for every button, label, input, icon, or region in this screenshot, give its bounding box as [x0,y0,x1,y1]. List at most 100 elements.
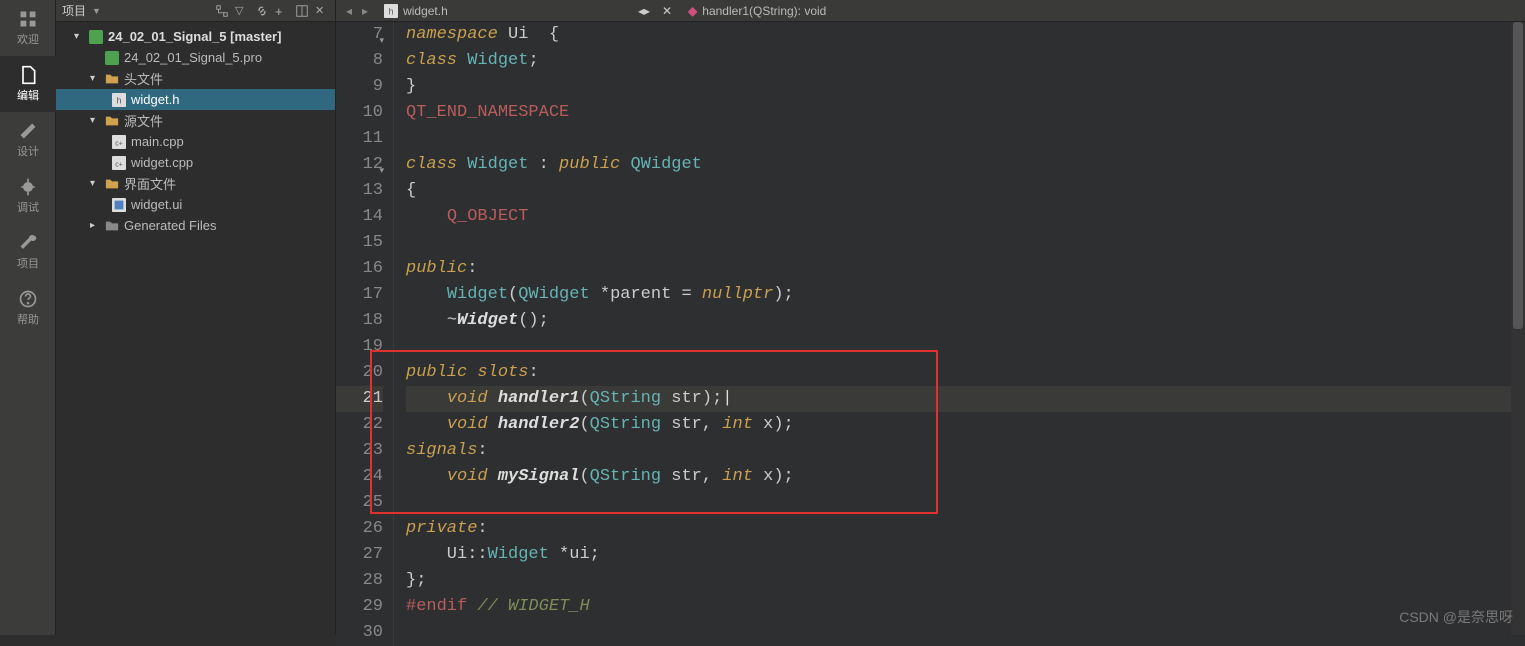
line-number: 27 [336,542,383,568]
line-number: 16 [336,256,383,282]
fold-icon[interactable]: ▾ [374,158,384,168]
tree-icon[interactable] [215,4,229,18]
help-icon [18,289,38,309]
cpp-file-icon: c+ [112,135,126,149]
code-line[interactable]: class Widget; [406,48,1525,74]
code-line[interactable] [406,126,1525,152]
line-number: 28 [336,568,383,594]
line-number: 24 [336,464,383,490]
back-icon[interactable]: ◂ [342,4,356,18]
symbol-crumb[interactable]: ◆ handler1(QString): void [680,4,834,18]
nav-label: 项目 [17,255,39,271]
line-number: 30 [336,620,383,646]
line-number: 19 [336,334,383,360]
line-number: 22 [336,412,383,438]
line-number: 14 [336,204,383,230]
tree-root[interactable]: ▾ 24_02_01_Signal_5 [master] [56,26,335,47]
h-file-icon: h [112,93,126,107]
code-line[interactable]: private: [406,516,1525,542]
code-line[interactable]: void handler1(QString str);| [406,386,1525,412]
nav-debug[interactable]: 调试 [0,168,56,224]
scrollbar-vertical[interactable] [1511,22,1525,635]
crumb-label: handler1(QString): void [702,4,826,18]
code-line[interactable]: } [406,74,1525,100]
forward-icon[interactable]: ▸ [358,4,372,18]
code-line[interactable]: signals: [406,438,1525,464]
code-line[interactable]: QT_END_NAMESPACE [406,100,1525,126]
ui-file-icon [112,198,126,212]
tree-label: 24_02_01_Signal_5 [master] [108,29,281,44]
code-line[interactable] [406,620,1525,646]
tree-label: Generated Files [124,218,217,233]
chevron-down-icon: ▾ [90,115,100,126]
tree-profile[interactable]: 24_02_01_Signal_5.pro [56,47,335,68]
tab-dropdown-icon[interactable]: ◂▸ [634,4,654,18]
editor-tabbar: ◂ ▸ h widget.h ◂▸ ✕ ◆ handler1(QString):… [336,0,1525,22]
tree-label: widget.h [131,92,179,107]
code-line[interactable]: Q_OBJECT [406,204,1525,230]
nav-design[interactable]: 设计 [0,112,56,168]
tree-folder-sources[interactable]: ▾ 源文件 [56,110,335,131]
project-panel: 项目 ▼ ▽ + ✕ ▾ 24_02_01_Signal_5 [master] … [56,0,336,635]
line-number: 12▾ [336,152,383,178]
file-tab[interactable]: h widget.h [374,0,458,22]
editor-panel: ◂ ▸ h widget.h ◂▸ ✕ ◆ handler1(QString):… [336,0,1525,635]
tree-file-main-cpp[interactable]: c+ main.cpp [56,131,335,152]
tree-folder-headers[interactable]: ▾ 头文件 [56,68,335,89]
code-line[interactable]: Widget(QWidget *parent = nullptr); [406,282,1525,308]
link-icon[interactable] [255,4,269,18]
code-line[interactable] [406,230,1525,256]
plus-icon[interactable]: + [275,4,289,18]
file-icon [18,65,38,85]
tree-folder-generated[interactable]: ▸ Generated Files [56,215,335,236]
line-number: 11 [336,126,383,152]
code-area[interactable]: 7▾89101112▾13141516171819202122232425262… [336,22,1525,646]
nav-label: 设计 [17,143,39,159]
fold-icon[interactable]: ▾ [374,28,384,38]
code-line[interactable]: ~Widget(); [406,308,1525,334]
line-number: 8 [336,48,383,74]
tree-label: 源文件 [124,111,163,130]
code-line[interactable]: class Widget : public QWidget [406,152,1525,178]
code-line[interactable]: public slots: [406,360,1525,386]
project-header: 项目 ▼ ▽ + ✕ [56,0,335,22]
code-line[interactable] [406,490,1525,516]
close-icon[interactable]: ✕ [656,4,678,18]
line-number: 23 [336,438,383,464]
code-line[interactable]: Ui::Widget *ui; [406,542,1525,568]
tree-file-widget-ui[interactable]: widget.ui [56,194,335,215]
nav-help[interactable]: 帮助 [0,280,56,336]
nav-welcome[interactable]: 欢迎 [0,0,56,56]
code-line[interactable]: #endif // WIDGET_H [406,594,1525,620]
method-icon: ◆ [688,4,697,18]
code-line[interactable]: void mySignal(QString str, int x); [406,464,1525,490]
code-line[interactable]: void handler2(QString str, int x); [406,412,1525,438]
svg-text:h: h [117,95,122,105]
tree-label: main.cpp [131,134,184,149]
svg-text:h: h [389,6,394,16]
scrollbar-thumb[interactable] [1513,22,1523,329]
folder-icon [105,177,119,191]
nav-edit[interactable]: 编辑 [0,56,56,112]
tree-file-widget-cpp[interactable]: c+ widget.cpp [56,152,335,173]
nav-projects[interactable]: 项目 [0,224,56,280]
nav-rail: 欢迎 编辑 设计 调试 项目 帮助 [0,0,56,635]
svg-text:c+: c+ [115,161,123,168]
tree-folder-forms[interactable]: ▾ 界面文件 [56,173,335,194]
tree-file-widget-h[interactable]: h widget.h [56,89,335,110]
code-line[interactable]: }; [406,568,1525,594]
qt-icon [89,30,103,44]
close-icon[interactable]: ✕ [315,4,329,18]
code-line[interactable] [406,334,1525,360]
line-number: 15 [336,230,383,256]
tree-label: widget.ui [131,197,182,212]
code-line[interactable]: namespace Ui { [406,22,1525,48]
bug-icon [18,177,38,197]
code-line[interactable]: { [406,178,1525,204]
filter-icon[interactable]: ▽ [235,4,249,18]
tree-label: widget.cpp [131,155,193,170]
code-line[interactable]: public: [406,256,1525,282]
tree-label: 24_02_01_Signal_5.pro [124,50,262,65]
code-content[interactable]: namespace Ui {class Widget;}QT_END_NAMES… [394,22,1525,646]
split-icon[interactable] [295,4,309,18]
